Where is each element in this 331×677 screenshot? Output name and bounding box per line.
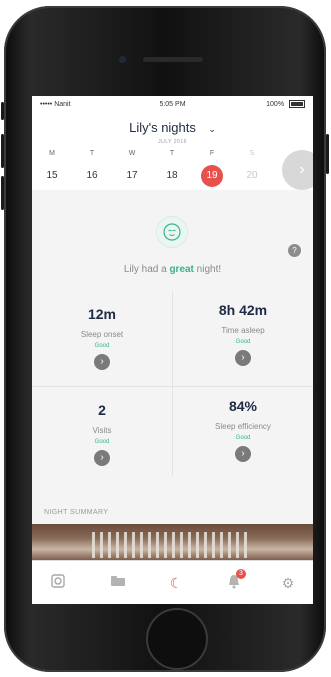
day-sat[interactable]: S 20 xyxy=(238,150,266,187)
day-letter: S xyxy=(249,150,255,157)
volume-up-button xyxy=(1,134,4,168)
baby-face-icon xyxy=(156,216,188,248)
day-number: 20 xyxy=(246,170,258,181)
chevron-down-icon[interactable]: ⌄ xyxy=(208,124,216,134)
day-number: 16 xyxy=(86,170,98,181)
chevron-right-icon[interactable]: › xyxy=(235,446,251,462)
front-camera xyxy=(119,56,126,63)
day-number: 19 xyxy=(201,165,223,187)
metric-status: Good xyxy=(235,435,251,441)
day-letter: T xyxy=(169,150,175,157)
help-icon[interactable]: ? xyxy=(288,244,301,257)
summary-highlight: great xyxy=(169,264,194,275)
metric-value: 2 xyxy=(98,402,106,418)
camera-icon[interactable] xyxy=(48,573,68,593)
summary-suffix: night! xyxy=(193,264,222,275)
grid-divider-horizontal xyxy=(32,386,313,387)
earpiece-speaker xyxy=(143,57,203,62)
mute-switch xyxy=(1,102,4,120)
home-button[interactable] xyxy=(146,608,208,670)
metric-value: 8h 42m xyxy=(218,302,268,318)
bell-icon[interactable]: 3 xyxy=(224,569,246,593)
clock: 5:05 PM xyxy=(159,100,186,108)
day-tue[interactable]: T 16 xyxy=(78,150,106,187)
tab-bar: ☾ 3 ⚙ xyxy=(32,560,313,604)
day-number: 17 xyxy=(126,170,138,181)
volume-down-button xyxy=(1,176,4,210)
day-fri-selected[interactable]: F 19 xyxy=(198,150,226,187)
metric-label: Sleep efficiency xyxy=(215,422,271,431)
phone-frame: ••••• Nanit 5:05 PM 100% Lily's nights ⌄… xyxy=(1,6,329,672)
moon-icon[interactable]: ☾ xyxy=(166,573,186,593)
day-letter: W xyxy=(128,150,136,157)
summary-prefix: Lily had a xyxy=(123,264,170,275)
nights-header[interactable]: Lily's nights ⌄ JULY 2016 xyxy=(32,112,313,145)
metric-value: 84% xyxy=(228,398,258,414)
status-bar: ••••• Nanit 5:05 PM 100% xyxy=(32,96,313,112)
metric-sleep-efficiency[interactable]: 84% Sleep efficiency Good › xyxy=(173,398,313,462)
metric-visits[interactable]: 2 Visits Good › xyxy=(32,402,172,466)
week-strip: M 15 T 16 W 17 T 18 F 19 S 20 xyxy=(32,144,313,190)
night-summary-heading: NIGHT SUMMARY xyxy=(44,509,109,516)
metric-time-asleep[interactable]: 8h 42m Time asleep Good › xyxy=(173,302,313,366)
notification-badge: 3 xyxy=(236,569,246,579)
day-number: 18 xyxy=(166,170,178,181)
day-number: 15 xyxy=(46,170,58,181)
chevron-right-icon[interactable]: › xyxy=(235,350,251,366)
metric-status: Good xyxy=(94,343,110,349)
page-title: Lily's nights xyxy=(129,120,196,135)
day-thu[interactable]: T 18 xyxy=(158,150,186,187)
chevron-right-icon[interactable]: › xyxy=(94,354,110,370)
app-screen: ••••• Nanit 5:05 PM 100% Lily's nights ⌄… xyxy=(32,96,313,604)
chevron-right-icon: › xyxy=(299,161,305,178)
night-summary-photo[interactable] xyxy=(32,524,313,560)
metric-label: Time asleep xyxy=(221,326,265,335)
bed-icon[interactable] xyxy=(108,573,128,593)
day-letter: F xyxy=(209,150,215,157)
chevron-right-icon[interactable]: › xyxy=(94,450,110,466)
metric-label: Visits xyxy=(92,426,112,435)
day-letter: M xyxy=(49,150,55,157)
power-button xyxy=(326,134,329,174)
battery-icon xyxy=(289,100,305,108)
gear-icon[interactable]: ⚙ xyxy=(278,573,298,593)
night-summary-sentence: Lily had a great night! xyxy=(32,264,313,275)
metric-value: 12m xyxy=(87,306,117,322)
metric-sleep-onset[interactable]: 12m Sleep onset Good › xyxy=(32,306,172,370)
day-mon[interactable]: M 15 xyxy=(38,150,66,187)
crib-bars-image xyxy=(92,532,252,558)
day-wed[interactable]: W 17 xyxy=(118,150,146,187)
metric-label: Sleep onset xyxy=(80,330,124,339)
metric-status: Good xyxy=(94,439,110,445)
metric-status: Good xyxy=(235,339,251,345)
day-letter: T xyxy=(89,150,95,157)
